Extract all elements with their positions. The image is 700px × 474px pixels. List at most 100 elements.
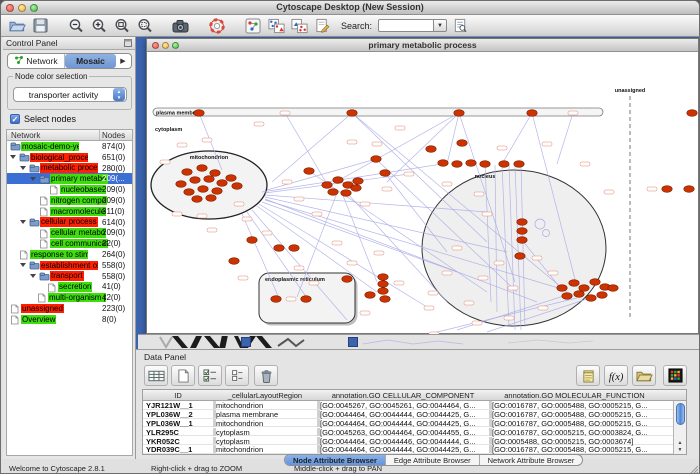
table-row-YPL036W__1[interactable]: YPL036W__1mitochondrion[GO:0044464, GO:0… — [143, 419, 686, 428]
network-node[interactable] — [328, 189, 338, 196]
network-node[interactable] — [499, 161, 509, 168]
zoom-selected-icon[interactable] — [135, 16, 155, 35]
network-node[interactable] — [217, 180, 227, 187]
network-node[interactable] — [426, 146, 436, 153]
tree-row-cellular-process[interactable]: cellular process614(0) — [7, 217, 132, 228]
network-manager-icon[interactable] — [243, 16, 263, 35]
network-node[interactable] — [586, 295, 596, 302]
notepad-icon[interactable] — [576, 365, 600, 386]
network-node[interactable] — [247, 237, 257, 244]
search-dropdown-arrow[interactable]: ▼ — [434, 19, 447, 32]
vizmapper-edit-icon[interactable] — [289, 16, 309, 35]
unselect-attributes-icon[interactable] — [225, 365, 249, 386]
network-node[interactable] — [380, 170, 390, 177]
attribute-grid-icon[interactable] — [144, 365, 168, 386]
network-node[interactable] — [206, 195, 216, 202]
tree-row-response-to-stimulu[interactable]: response to stimulu264(0) — [7, 249, 132, 260]
resize-grip[interactable] — [688, 464, 698, 474]
tree-row-unassigned[interactable]: unassigned223(0) — [7, 303, 132, 314]
tree-row-metabolic-process[interactable]: metabolic process280(0) — [7, 163, 132, 174]
tree-row-primary-metabo[interactable]: primary metabo209(... — [7, 173, 132, 184]
table-row-YJR121W__1[interactable]: YJR121W__1mitochondrion[GO:0045267, GO:0… — [143, 401, 686, 410]
network-node[interactable] — [274, 245, 284, 252]
network-node[interactable] — [527, 110, 537, 117]
table-scrollbar[interactable]: ▲▼ — [673, 401, 686, 454]
network-node[interactable] — [597, 292, 607, 299]
network-node[interactable] — [365, 292, 375, 299]
column-header-3[interactable]: annotation.GO MOLECULAR_FUNCTION — [489, 391, 660, 400]
tree-row-multi-organism-pro[interactable]: multi-organism pro42(0) — [7, 292, 132, 303]
zoom-fit-icon[interactable] — [112, 16, 132, 35]
tree-expand-arrow-icon[interactable] — [20, 263, 26, 267]
network-node[interactable] — [194, 110, 204, 117]
tree-row-cell-communicat[interactable]: cell communicat22(0) — [7, 238, 132, 249]
column-header-1[interactable]: _cellularLayoutRegion — [213, 391, 317, 400]
node-color-dropdown[interactable]: transporter activity ▲▼ — [13, 87, 127, 102]
open-session-icon[interactable] — [7, 16, 27, 35]
tab-mosaic[interactable]: Mosaic — [65, 54, 116, 68]
tree-row-establishment-of-lo[interactable]: establishment of lo558(0) — [7, 260, 132, 271]
column-header-2[interactable]: annotation.GO CELLULAR_COMPONENT — [317, 391, 489, 400]
network-node[interactable] — [457, 140, 467, 147]
network-node[interactable] — [232, 183, 242, 190]
tree-expand-arrow-icon[interactable] — [30, 177, 36, 181]
network-node[interactable] — [517, 237, 527, 244]
tree-row-mosaic-demo-yeast[interactable]: mosaic-demo-yeast874(0) — [7, 141, 132, 152]
network-node[interactable] — [378, 274, 388, 281]
select-nodes-checkbox[interactable]: ✓ — [10, 114, 20, 124]
enhanced-search-icon[interactable] — [450, 16, 470, 35]
network-node[interactable] — [347, 110, 357, 117]
network-node[interactable] — [198, 186, 208, 193]
tab-node-attribute-browser[interactable]: Node Attribute Browser — [285, 455, 386, 465]
network-node[interactable] — [342, 276, 352, 283]
vizmapper-icon[interactable] — [266, 16, 286, 35]
float-panel-icon[interactable] — [124, 39, 132, 49]
network-node[interactable] — [301, 296, 311, 303]
zoom-in-icon[interactable] — [89, 16, 109, 35]
tree-row-transport[interactable]: transport558(0) — [7, 271, 132, 282]
network-node[interactable] — [662, 186, 672, 193]
tab-network[interactable]: Network — [8, 54, 65, 68]
network-node[interactable] — [438, 160, 448, 167]
table-row-YDR039C__1[interactable]: YDR039C__1mitochondrion[GO:0044464, GO:0… — [143, 445, 686, 454]
network-node[interactable] — [515, 253, 525, 260]
network-node[interactable] — [210, 170, 220, 177]
network-node[interactable] — [590, 279, 600, 286]
attribute-matrix-icon[interactable] — [663, 365, 687, 386]
network-node[interactable] — [378, 281, 388, 288]
network-node[interactable] — [452, 161, 462, 168]
network-node[interactable] — [687, 110, 697, 117]
table-row-YPL036W__2[interactable]: YPL036W__2plasma membrane[GO:0044464, GO… — [143, 410, 686, 419]
network-node[interactable] — [333, 177, 343, 184]
network-window-titlebar[interactable]: primary metabolic process — [147, 39, 698, 52]
tab-network-attribute-browser[interactable]: Network Attribute Browser — [480, 455, 583, 465]
table-cell[interactable]: YDR039C__1 — [143, 445, 213, 454]
table-row-YLR295C[interactable]: YLR295Ccytoplasm[GO:0045263, GO:0044464,… — [143, 427, 686, 436]
network-node[interactable] — [514, 161, 524, 168]
network-node[interactable] — [341, 190, 351, 197]
network-node[interactable] — [454, 110, 464, 117]
network-node[interactable] — [204, 176, 214, 183]
annotation-icon[interactable] — [312, 16, 332, 35]
network-node[interactable] — [212, 188, 222, 195]
import-attributes-icon[interactable] — [632, 365, 656, 386]
new-attribute-icon[interactable] — [171, 365, 195, 386]
tree-row-secretion[interactable]: secretion41(0) — [7, 281, 132, 292]
table-row-YKR052C[interactable]: YKR052Ccytoplasm[GO:0044464, GO:0044446,… — [143, 436, 686, 445]
network-node[interactable] — [353, 178, 363, 185]
network-node[interactable] — [184, 189, 194, 196]
network-node[interactable] — [579, 285, 589, 292]
network-node[interactable] — [229, 258, 239, 265]
tree-row-cellular-metabo[interactable]: cellular metabo209(0) — [7, 227, 132, 238]
network-node[interactable] — [176, 181, 186, 188]
tree-row-biological-process[interactable]: biological_process651(0) — [7, 152, 132, 163]
network-node[interactable] — [289, 245, 299, 252]
tree-row-macromolecule[interactable]: macromolecule311(0) — [7, 206, 132, 217]
help-ring-icon[interactable] — [207, 16, 227, 35]
tree-row-nitrogen-compo[interactable]: nitrogen compo209(0) — [7, 195, 132, 206]
network-node[interactable] — [517, 228, 527, 235]
save-session-icon[interactable] — [30, 16, 50, 35]
network-node[interactable] — [569, 280, 579, 287]
network-node[interactable] — [517, 219, 527, 226]
tree-row-overview[interactable]: Overview8(0) — [7, 314, 132, 325]
